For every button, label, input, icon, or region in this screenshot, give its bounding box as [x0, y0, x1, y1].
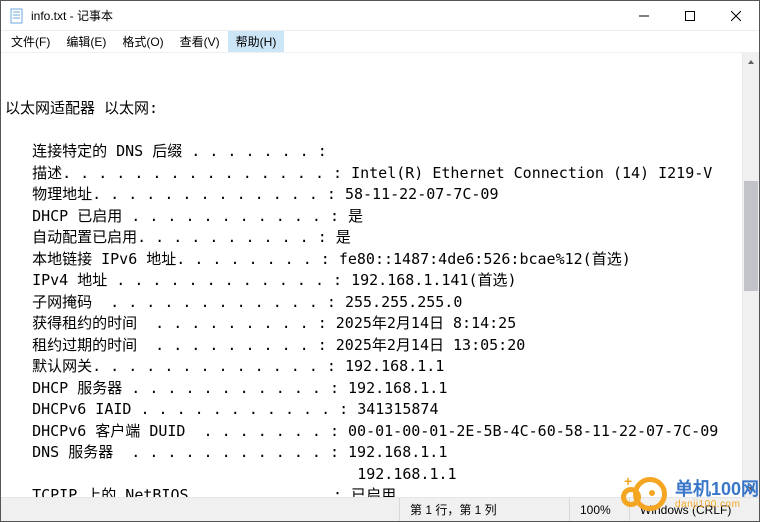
menu-view[interactable]: 查看(V) — [172, 31, 228, 52]
status-line-ending: Windows (CRLF) — [629, 498, 759, 521]
menu-file[interactable]: 文件(F) — [3, 31, 58, 52]
menu-format[interactable]: 格式(O) — [114, 31, 171, 52]
vertical-scrollbar[interactable] — [742, 53, 759, 497]
status-zoom: 100% — [569, 498, 629, 521]
scroll-up-arrow[interactable] — [743, 53, 759, 70]
text-content[interactable]: 以太网适配器 以太网: 连接特定的 DNS 后缀 . . . . . . . :… — [1, 53, 742, 497]
scroll-down-arrow[interactable] — [743, 480, 759, 497]
scrollbar-thumb[interactable] — [744, 181, 758, 291]
close-button[interactable] — [713, 1, 759, 30]
window-title: info.txt - 记事本 — [31, 7, 113, 24]
window-controls — [621, 1, 759, 30]
menu-edit[interactable]: 编辑(E) — [58, 31, 114, 52]
menu-bar: 文件(F) 编辑(E) 格式(O) 查看(V) 帮助(H) — [1, 31, 759, 53]
status-position: 第 1 行，第 1 列 — [399, 498, 569, 521]
editor-area: 以太网适配器 以太网: 连接特定的 DNS 后缀 . . . . . . . :… — [1, 53, 759, 497]
minimize-button[interactable] — [621, 1, 667, 30]
title-bar: info.txt - 记事本 — [1, 1, 759, 31]
notepad-icon — [9, 8, 25, 24]
status-bar: 第 1 行，第 1 列 100% Windows (CRLF) — [1, 497, 759, 521]
maximize-button[interactable] — [667, 1, 713, 30]
text-editor[interactable]: 以太网适配器 以太网: 连接特定的 DNS 后缀 . . . . . . . :… — [1, 53, 742, 497]
menu-help[interactable]: 帮助(H) — [228, 31, 285, 52]
